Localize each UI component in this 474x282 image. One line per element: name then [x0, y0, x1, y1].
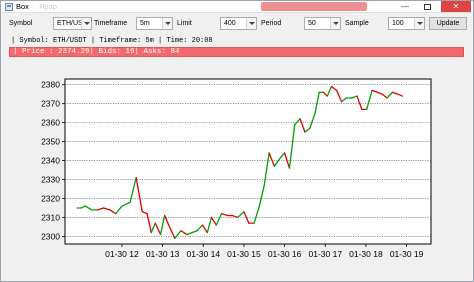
timeframe-label: Timeframe	[94, 20, 128, 27]
y-tick-label: 2300	[41, 231, 60, 241]
period-value: 50	[308, 20, 316, 27]
x-tick-label: 01-30 13	[146, 249, 180, 259]
timeframe-select-value: 5m	[140, 20, 150, 27]
limit-label: Limit	[177, 20, 192, 27]
chevron-down-icon	[162, 18, 172, 29]
sample-label: Sample	[345, 20, 369, 27]
y-tick-label: 2370	[41, 99, 60, 109]
limit-value: 400	[224, 20, 236, 27]
maximize-icon	[423, 3, 431, 10]
timeframe-select[interactable]: 5m	[136, 17, 173, 30]
limit-spinbox[interactable]: 400	[220, 17, 257, 30]
symbol-select[interactable]: ETH/USDT	[53, 17, 92, 30]
app-icon	[5, 3, 13, 11]
price-bar: | Price : 2374.29| Bids: 16| Asks: 84	[9, 47, 464, 57]
price-chart: 2300 2310 2320 2330 2340 2350 2360 2370 2380 01-3…	[41, 78, 432, 259]
update-button[interactable]: Update	[429, 17, 467, 30]
minimize-button[interactable]: —	[396, 1, 414, 12]
y-tick-label: 2340	[41, 156, 60, 166]
chart-area: 2300 2310 2320 2330 2340 2350 2360 2370 2380 01-3…	[1, 61, 473, 281]
period-label: Period	[261, 20, 282, 27]
toolbar: Symbol ETH/USDT Timeframe 5m Limit 400 P…	[1, 15, 473, 33]
close-button[interactable]: ✕	[441, 1, 471, 12]
app-window: Box Ярар — ✕ Symbol ETH/USDT Timeframe 5…	[0, 0, 474, 282]
x-tick-label: 01-30 17	[308, 249, 342, 259]
x-tick-label: 01-30 15	[227, 249, 261, 259]
y-tick-label: 2350	[41, 137, 60, 147]
y-tick-label: 2310	[41, 212, 60, 222]
symbol-label: Symbol	[9, 20, 33, 27]
y-tick-label: 2380	[41, 80, 60, 90]
maximize-button[interactable]	[418, 1, 436, 12]
title-bar[interactable]: Box Ярар — ✕	[1, 1, 473, 13]
sample-spinbox[interactable]: 100	[388, 17, 425, 30]
x-tick-label: 01-30 19	[390, 249, 424, 259]
info-line: | Symbol: ETH/USDT | Timeframe: 5m | Tim…	[11, 37, 213, 45]
x-tick-label: 01-30 18	[349, 249, 383, 259]
sample-value: 100	[392, 20, 404, 27]
spin-arrows-icon	[246, 18, 256, 29]
background-window-title: Ярар	[39, 2, 57, 11]
x-tick-label: 01-30 12	[105, 249, 139, 259]
y-tick-label: 2320	[41, 193, 60, 203]
chevron-down-icon	[81, 18, 91, 29]
spin-arrows-icon	[414, 18, 424, 29]
spin-arrows-icon	[330, 18, 340, 29]
y-tick-label: 2330	[41, 175, 60, 185]
window-title: Box	[16, 2, 29, 11]
y-tick-label: 2360	[41, 118, 60, 128]
x-tick-label: 01-30 14	[186, 249, 220, 259]
period-spinbox[interactable]: 50	[304, 17, 341, 30]
x-tick-label: 01-30 16	[268, 249, 302, 259]
background-window-highlight	[261, 2, 367, 11]
